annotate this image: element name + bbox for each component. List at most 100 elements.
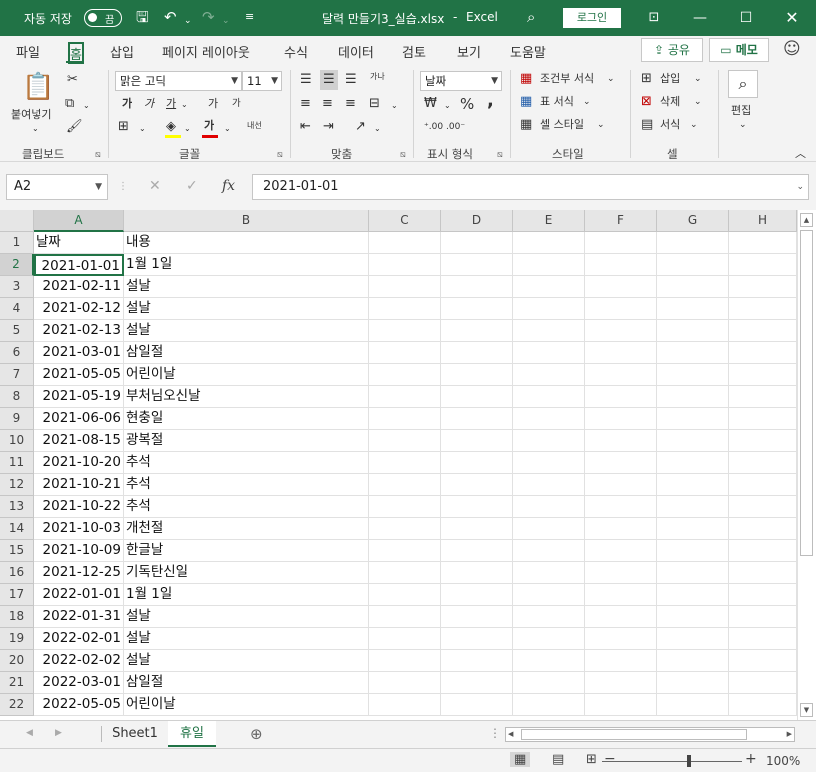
cell-empty[interactable] (369, 386, 441, 408)
cell-empty[interactable] (369, 320, 441, 342)
enter-icon[interactable]: ✓ (186, 178, 198, 194)
cell-empty[interactable] (441, 452, 513, 474)
cell-empty[interactable] (369, 276, 441, 298)
column-header-c[interactable]: C (369, 210, 441, 232)
cell-date[interactable]: 2021-06-06 (34, 408, 124, 430)
collapse-ribbon-icon[interactable]: ︿ (795, 146, 806, 162)
cell-content[interactable]: 설날 (124, 276, 369, 298)
increase-font-button[interactable]: 가 (208, 97, 218, 111)
align-center-icon[interactable]: ≡ (322, 96, 333, 112)
cell-empty[interactable] (441, 518, 513, 540)
normal-view-icon[interactable]: ▦ (510, 752, 531, 767)
cell-empty[interactable] (369, 650, 441, 672)
cell-empty[interactable] (729, 518, 797, 540)
cell-empty[interactable] (441, 320, 513, 342)
cell-date[interactable]: 2021-10-20 (34, 452, 124, 474)
editing-dropdown-icon[interactable]: ⌄ (739, 118, 747, 132)
cell-content[interactable]: 부처님오신날 (124, 386, 369, 408)
cell-date[interactable]: 2022-05-05 (34, 694, 124, 716)
cell-empty[interactable] (513, 386, 585, 408)
cell-date[interactable]: 2022-03-01 (34, 672, 124, 694)
cell-empty[interactable] (369, 232, 441, 254)
row-header[interactable]: 5 (0, 320, 34, 342)
cell-empty[interactable] (585, 342, 657, 364)
feedback-smiley-icon[interactable]: ☺ (783, 39, 801, 59)
tab-review[interactable]: 검토 (402, 42, 426, 61)
cell-empty[interactable] (729, 254, 797, 276)
cell-empty[interactable] (657, 430, 729, 452)
insert-dropdown-icon[interactable]: ⌄ (694, 72, 702, 86)
format-dropdown-icon[interactable]: ⌄ (690, 118, 698, 132)
cell-content[interactable]: 추석 (124, 496, 369, 518)
cell-empty[interactable] (657, 474, 729, 496)
row-header[interactable]: 11 (0, 452, 34, 474)
cell-empty[interactable] (441, 562, 513, 584)
cell-empty[interactable] (369, 606, 441, 628)
comma-style-button[interactable]: , (487, 92, 494, 110)
cell-empty[interactable] (585, 474, 657, 496)
cell-date[interactable]: 2021-10-09 (34, 540, 124, 562)
cell-empty[interactable] (657, 386, 729, 408)
horizontal-scrollbar[interactable]: ◀ ▶ (505, 727, 795, 742)
cell-empty[interactable] (441, 496, 513, 518)
tab-view[interactable]: 보기 (457, 42, 481, 61)
vertical-scroll-thumb[interactable] (800, 230, 813, 556)
cell-empty[interactable] (657, 672, 729, 694)
cell-content[interactable]: 설날 (124, 628, 369, 650)
worksheet-grid[interactable]: A B C D E F G H 1 날짜 내용 2 2021-01-01 1월 1일 3 20… (0, 210, 797, 720)
find-icon[interactable]: ⌕ (728, 70, 758, 98)
row-header[interactable]: 21 (0, 672, 34, 694)
cell-empty[interactable] (729, 276, 797, 298)
align-left-icon[interactable]: ≡ (300, 96, 311, 112)
cell-date[interactable]: 2021-02-13 (34, 320, 124, 342)
row-header[interactable]: 4 (0, 298, 34, 320)
editing-label[interactable]: 편집 (731, 104, 751, 118)
cell-empty[interactable] (729, 408, 797, 430)
column-header-g[interactable]: G (657, 210, 729, 232)
cell-empty[interactable] (729, 232, 797, 254)
next-sheet-icon[interactable]: ▶ (55, 728, 62, 738)
row-header[interactable]: 3 (0, 276, 34, 298)
cell-empty[interactable] (585, 650, 657, 672)
cell-content[interactable]: 삼일절 (124, 342, 369, 364)
cell-empty[interactable] (585, 364, 657, 386)
cell-empty[interactable] (513, 364, 585, 386)
autosave-toggle[interactable]: 끔 (84, 9, 122, 27)
cell-empty[interactable] (729, 430, 797, 452)
cell-content[interactable]: 내용 (124, 232, 369, 254)
cell-empty[interactable] (369, 254, 441, 276)
font-size-select[interactable]: 11 ▼ (242, 71, 282, 91)
cell-empty[interactable] (657, 540, 729, 562)
delete-dropdown-icon[interactable]: ⌄ (694, 95, 702, 109)
expand-formula-icon[interactable]: ⌄ (796, 175, 804, 199)
cell-empty[interactable] (585, 320, 657, 342)
cell-empty[interactable] (513, 584, 585, 606)
row-header[interactable]: 14 (0, 518, 34, 540)
zoom-level[interactable]: 100% (766, 754, 800, 768)
cell-empty[interactable] (585, 672, 657, 694)
cell-date[interactable]: 2022-02-01 (34, 628, 124, 650)
cell-empty[interactable] (441, 650, 513, 672)
undo-icon[interactable]: ↶ (164, 8, 177, 26)
bold-button[interactable]: 가 (122, 97, 132, 111)
wrap-text-button[interactable]: 가나 (370, 72, 385, 81)
cell-content[interactable]: 추석 (124, 474, 369, 496)
cell-empty[interactable] (657, 584, 729, 606)
undo-dropdown-icon[interactable]: ⌄ (184, 12, 192, 30)
sheet-tab-sheet1[interactable]: Sheet1 (105, 721, 165, 747)
paste-dropdown-icon[interactable]: ⌄ (32, 122, 39, 136)
redo-icon[interactable]: ↷ (202, 8, 215, 26)
cell-date[interactable]: 2021-05-05 (34, 364, 124, 386)
cell-content[interactable]: 1월 1일 (124, 584, 369, 606)
cell-empty[interactable] (657, 606, 729, 628)
conditional-dropdown-icon[interactable]: ⌄ (607, 72, 615, 86)
tab-help[interactable]: 도움말 (510, 42, 546, 61)
border-dropdown-icon[interactable]: ⌄ (139, 121, 146, 137)
cell-date[interactable]: 날짜 (34, 232, 124, 254)
cell-empty[interactable] (729, 540, 797, 562)
cell-empty[interactable] (369, 342, 441, 364)
cell-date[interactable]: 2021-10-22 (34, 496, 124, 518)
font-color-button[interactable]: 가 (204, 119, 214, 133)
cell-empty[interactable] (729, 320, 797, 342)
formula-input[interactable]: 2021-01-01 ⌄ (252, 174, 809, 200)
